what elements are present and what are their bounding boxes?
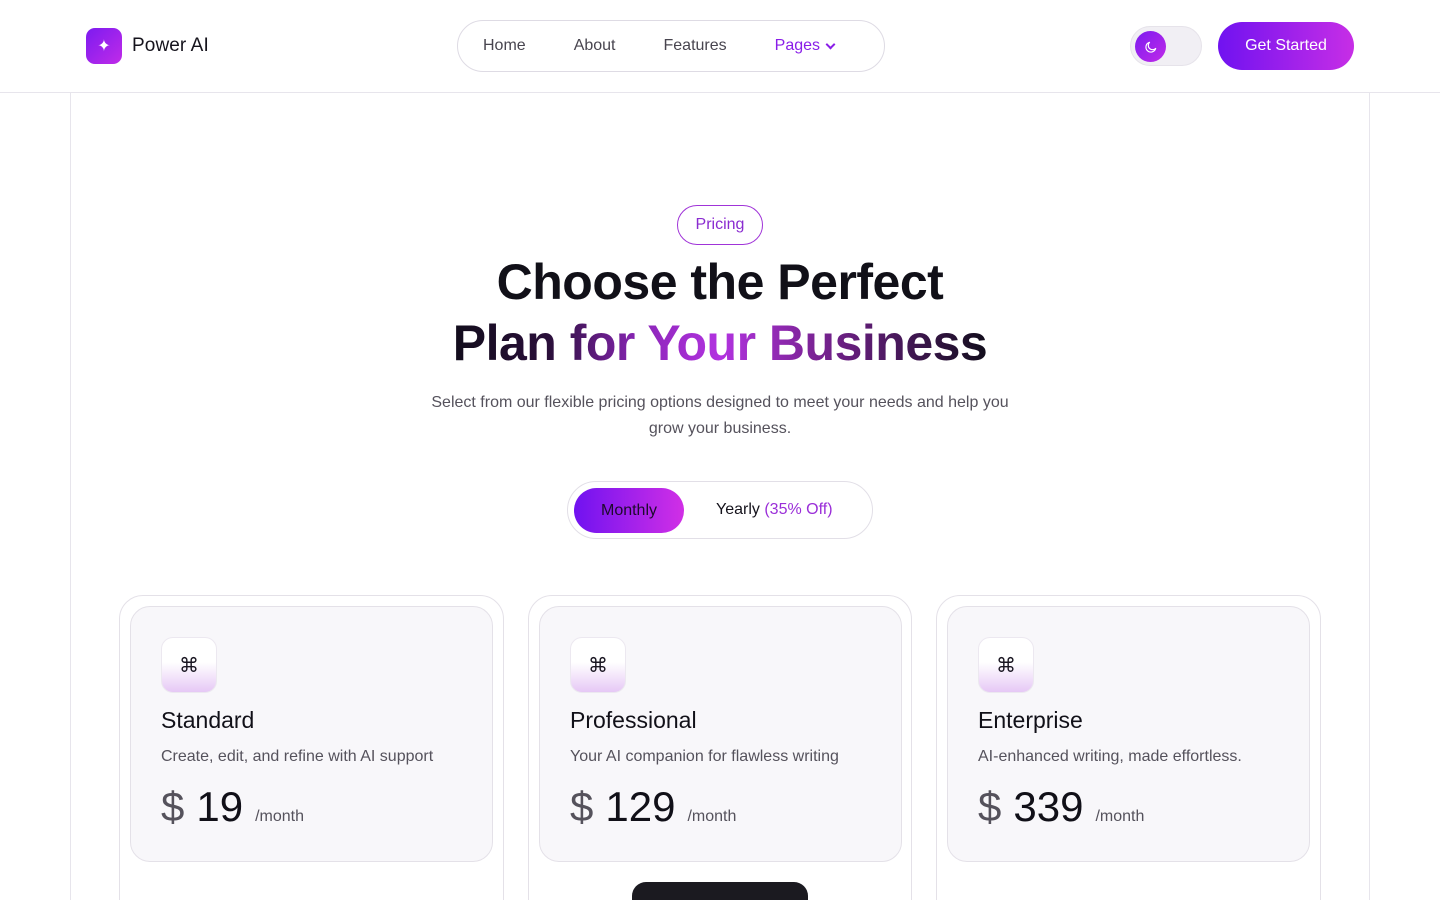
title-line-2: Plan for Your Business bbox=[452, 315, 988, 371]
plan-name: Standard bbox=[161, 707, 255, 733]
nav-pages-label: Pages bbox=[774, 37, 821, 54]
plan-card-professional: ⌘ Professional Your AI companion for fla… bbox=[528, 595, 912, 900]
billing-yearly-discount: (35% Off) bbox=[764, 501, 833, 518]
plan-description: Your AI companion for flawless writing bbox=[570, 748, 839, 765]
plan-price: $ 129 /month bbox=[570, 783, 736, 831]
site-header: ✦ Power AI Home About Features Pages Get… bbox=[0, 0, 1440, 93]
pricing-badge: Pricing bbox=[677, 205, 763, 245]
billing-monthly-button[interactable]: Monthly bbox=[574, 488, 684, 533]
command-icon: ⌘ bbox=[978, 637, 1034, 693]
plan-card-enterprise: ⌘ Enterprise AI-enhanced writing, made e… bbox=[936, 595, 1321, 900]
price-currency: $ bbox=[161, 783, 185, 830]
title-line-1: Choose the Perfect bbox=[496, 254, 944, 310]
page-title: Choose the Perfect Plan for Your Busines… bbox=[0, 252, 1440, 374]
command-icon: ⌘ bbox=[570, 637, 626, 693]
plan-card-header: ⌘ Enterprise AI-enhanced writing, made e… bbox=[947, 606, 1310, 862]
price-amount: 339 bbox=[1013, 783, 1084, 830]
chevron-down-icon bbox=[825, 39, 836, 49]
plan-description: AI-enhanced writing, made effortless. bbox=[978, 748, 1242, 765]
price-period: /month bbox=[1095, 808, 1145, 825]
price-currency: $ bbox=[570, 783, 594, 830]
price-currency: $ bbox=[978, 783, 1002, 830]
plan-price: $ 19 /month bbox=[161, 783, 304, 831]
plan-price: $ 339 /month bbox=[978, 783, 1144, 831]
price-period: /month bbox=[687, 808, 737, 825]
billing-yearly-label: Yearly bbox=[716, 501, 760, 518]
get-started-button[interactable]: Get Started bbox=[1218, 22, 1354, 70]
plan-card-header: ⌘ Professional Your AI companion for fla… bbox=[539, 606, 902, 862]
nav-pages[interactable]: Pages bbox=[774, 37, 836, 55]
featured-plan-tab bbox=[632, 882, 808, 900]
plan-name: Professional bbox=[570, 707, 697, 733]
brand-name: Power AI bbox=[132, 35, 209, 56]
nav-features[interactable]: Features bbox=[664, 37, 727, 55]
nav-home[interactable]: Home bbox=[483, 37, 526, 55]
command-icon: ⌘ bbox=[161, 637, 217, 693]
main-nav: Home About Features Pages bbox=[457, 20, 885, 72]
billing-yearly-button[interactable]: Yearly (35% Off) bbox=[716, 501, 833, 519]
price-amount: 129 bbox=[605, 783, 676, 830]
page-subtitle: Select from our flexible pricing options… bbox=[431, 394, 1009, 437]
theme-toggle[interactable] bbox=[1130, 26, 1202, 66]
plan-description: Create, edit, and refine with AI support bbox=[161, 748, 434, 765]
price-period: /month bbox=[255, 808, 304, 825]
sparkle-icon: ✦ bbox=[86, 28, 122, 64]
moon-icon bbox=[1135, 31, 1166, 62]
brand-logo[interactable]: ✦ Power AI bbox=[86, 28, 209, 64]
billing-toggle: Monthly Yearly (35% Off) bbox=[567, 481, 873, 539]
plan-card-standard: ⌘ Standard Create, edit, and refine with… bbox=[119, 595, 504, 900]
plan-card-header: ⌘ Standard Create, edit, and refine with… bbox=[130, 606, 493, 862]
plan-name: Enterprise bbox=[978, 707, 1083, 733]
price-amount: 19 bbox=[196, 783, 244, 830]
nav-about[interactable]: About bbox=[574, 37, 616, 55]
